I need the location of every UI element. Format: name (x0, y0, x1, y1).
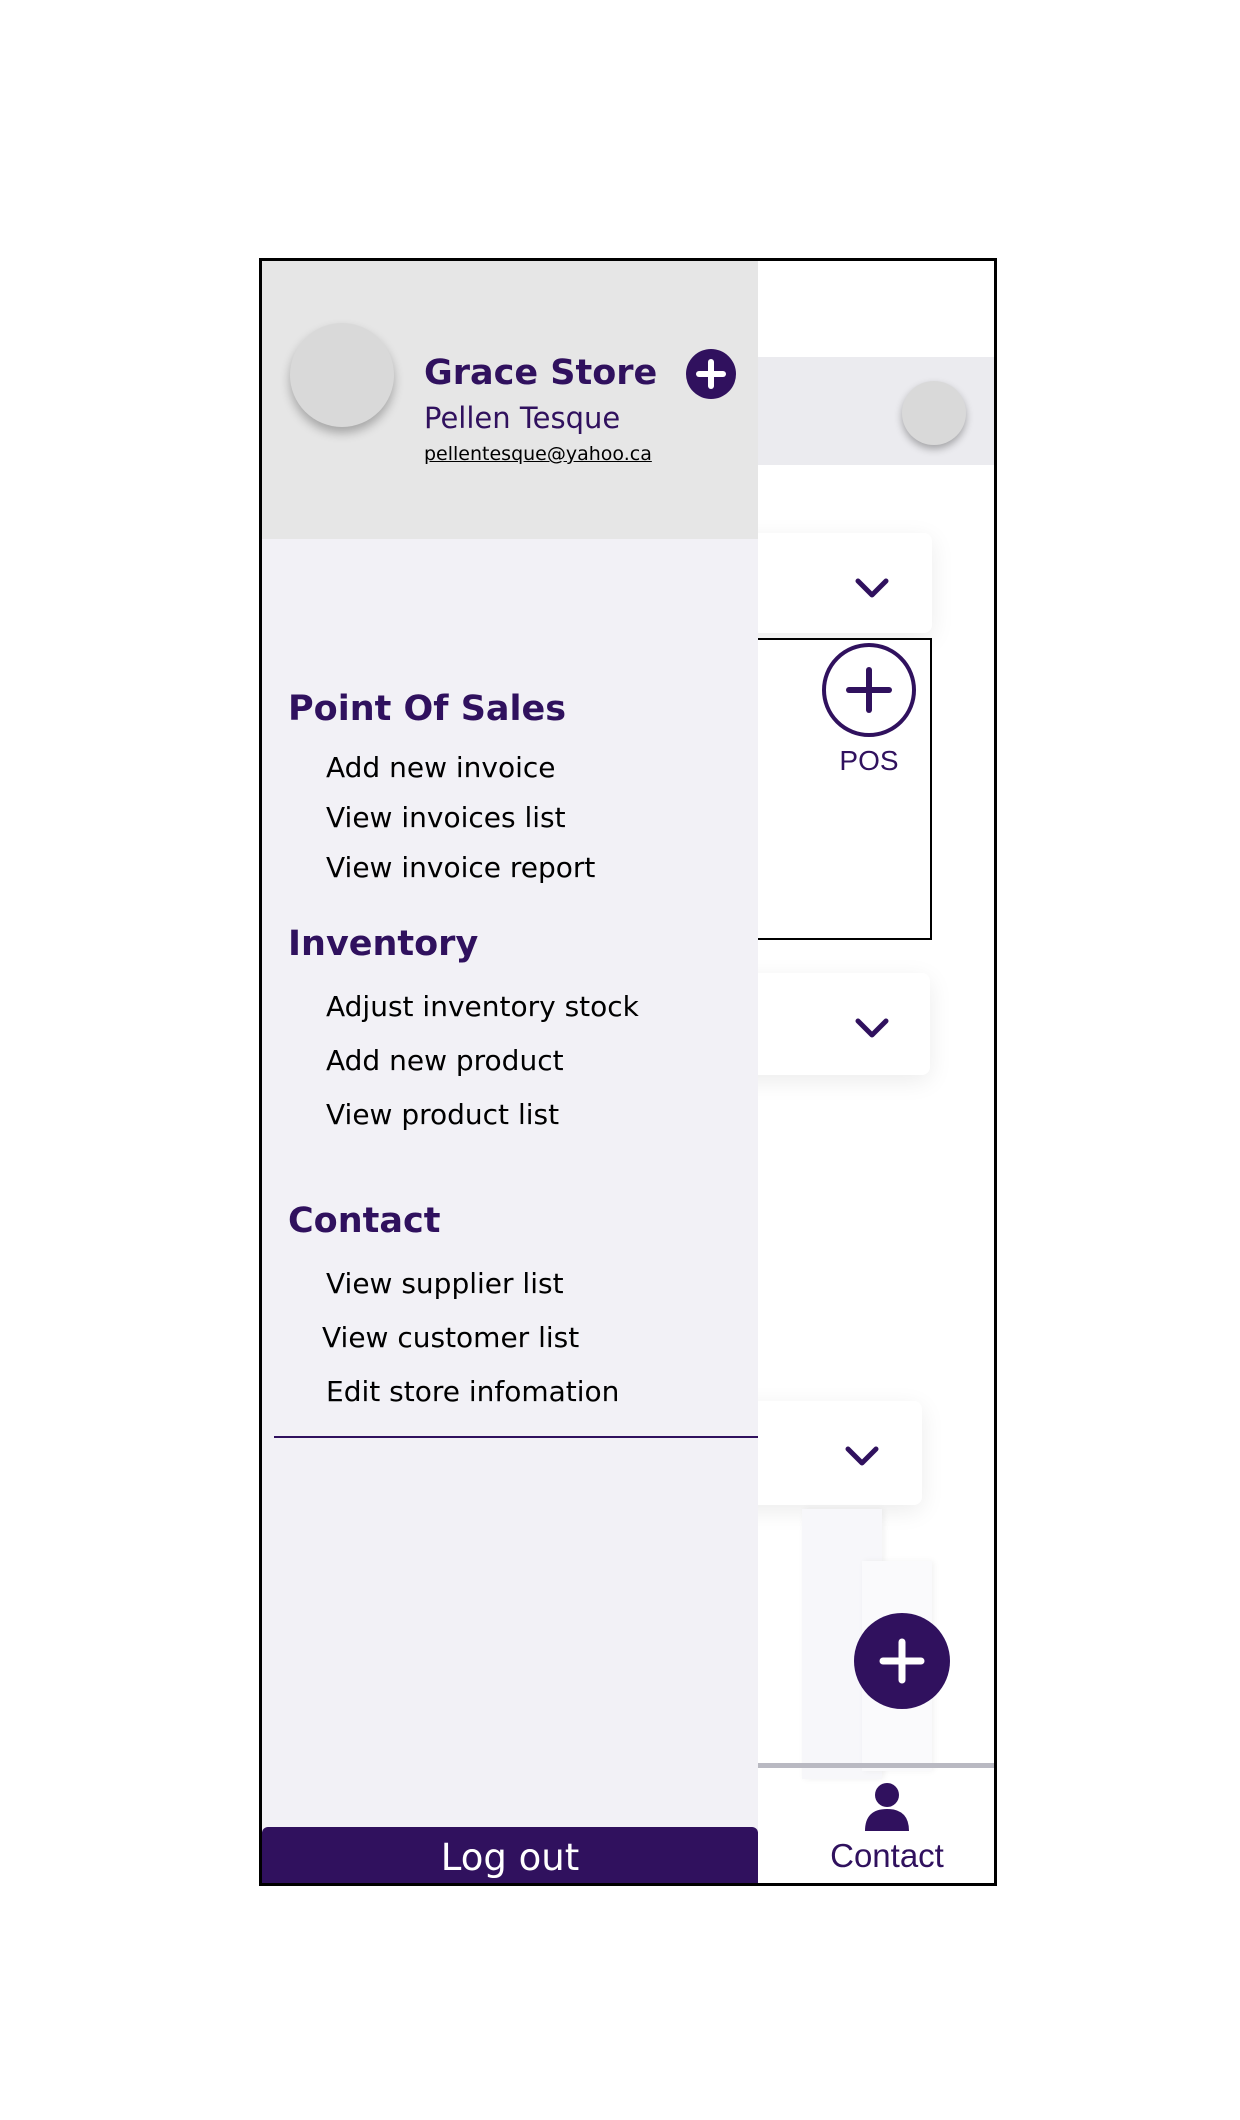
menu-item-add-new-invoice[interactable]: Add new invoice (326, 751, 556, 784)
drawer-divider (274, 1436, 758, 1438)
menu-item-view-supplier-list[interactable]: View supplier list (326, 1267, 564, 1300)
menu-item-adjust-inventory-stock[interactable]: Adjust inventory stock (326, 990, 639, 1023)
chevron-down-icon[interactable] (842, 1441, 882, 1471)
header-avatar[interactable] (902, 381, 966, 445)
owner-name: Pellen Tesque (424, 401, 621, 435)
menu-item-view-invoices-list[interactable]: View invoices list (326, 801, 566, 834)
navigation-drawer: Grace Store Pellen Tesque pellentesque@y… (262, 261, 758, 1883)
add-store-button[interactable] (686, 349, 736, 399)
phone-frame: POS Contact Grace Store Pellen Tesque pe… (259, 258, 997, 1886)
bottom-nav-contact-label: Contact (830, 1837, 944, 1874)
plus-circle-icon (696, 359, 726, 389)
section-title-contact: Contact (288, 1201, 441, 1241)
chevron-down-icon[interactable] (852, 1013, 892, 1043)
plus-icon (879, 1638, 925, 1684)
pos-label: POS (839, 745, 899, 776)
chevron-down-icon[interactable] (852, 573, 892, 603)
person-icon (865, 1783, 909, 1831)
pos-add-button[interactable] (822, 643, 916, 737)
plus-icon (846, 667, 892, 713)
drawer-header: Grace Store Pellen Tesque pellentesque@y… (262, 261, 758, 539)
store-name: Grace Store (424, 353, 658, 393)
store-avatar[interactable] (290, 323, 394, 427)
floating-add-button[interactable] (854, 1613, 950, 1709)
menu-item-view-invoice-report[interactable]: View invoice report (326, 851, 595, 884)
store-email: pellentesque@yahoo.ca (424, 443, 652, 465)
section-title-inventory: Inventory (288, 924, 479, 964)
menu-item-view-customer-list[interactable]: View customer list (322, 1321, 579, 1354)
logout-button[interactable]: Log out (262, 1827, 758, 1883)
section-title-point-of-sales: Point Of Sales (288, 689, 567, 729)
menu-item-edit-store-information[interactable]: Edit store infomation (326, 1375, 619, 1408)
menu-item-add-new-product[interactable]: Add new product (326, 1044, 564, 1077)
menu-item-view-product-list[interactable]: View product list (326, 1098, 559, 1131)
bottom-nav-contact[interactable]: Contact (782, 1781, 992, 1881)
